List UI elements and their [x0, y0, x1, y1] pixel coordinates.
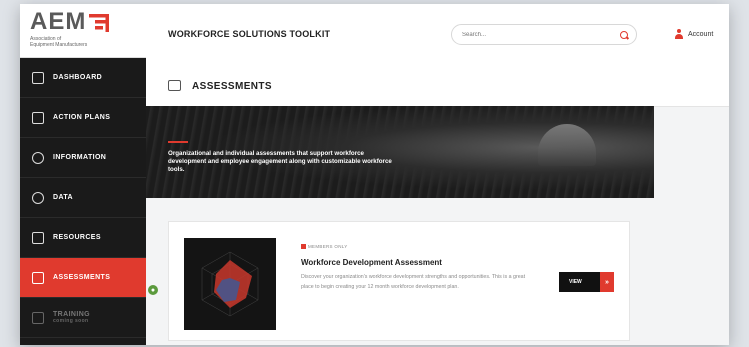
search-icon[interactable]	[620, 31, 628, 39]
sidebar-item-action-plans[interactable]: ACTION PLANS	[20, 98, 146, 138]
sidebar-item-data[interactable]: DATA	[20, 178, 146, 218]
logo[interactable]: AEM Association of Equipment Manufacture…	[20, 4, 146, 58]
hero-description: Organizational and individual assessment…	[168, 150, 392, 173]
radar-chart-thumbnail[interactable]	[184, 238, 276, 330]
section-header: ASSESSMENTS	[146, 66, 729, 107]
page-title: ASSESSMENTS	[192, 81, 272, 92]
logo-subtitle-line2: Equipment Manufacturers	[30, 42, 88, 48]
app-window: AEM Association of Equipment Manufacture…	[20, 4, 729, 345]
sidebar-item-label: ASSESSMENTS	[53, 274, 111, 281]
data-icon	[32, 191, 44, 204]
search-input[interactable]	[451, 24, 637, 45]
sidebar-item-label: TRAINING coming soon	[53, 311, 90, 324]
card-description: Discover your organization's workforce d…	[301, 274, 526, 290]
account-menu[interactable]: Account	[674, 29, 713, 39]
sidebar-item-resources[interactable]: RESOURCES	[20, 218, 146, 258]
members-only-badge: MEMBERS ONLY	[301, 244, 348, 249]
sidebar-item-label: INFORMATION	[53, 154, 107, 161]
sidebar: AEM Association of Equipment Manufacture…	[20, 4, 146, 345]
sidebar-item-label: DASHBOARD	[53, 74, 103, 81]
sidebar-nav: DASHBOARD ACTION PLANS INFORMATION DATA …	[20, 58, 146, 338]
active-indicator-dot: ●	[148, 285, 158, 295]
sidebar-item-training[interactable]: TRAINING coming soon	[20, 298, 146, 338]
badge-label: MEMBERS ONLY	[308, 244, 348, 249]
hero-banner: Organizational and individual assessment…	[146, 106, 654, 198]
logo-wordmark: AEM	[30, 8, 87, 35]
card-title[interactable]: Workforce Development Assessment	[301, 258, 442, 267]
top-bar: WORKFORCE SOLUTIONS TOOLKIT Account	[146, 4, 729, 67]
graduation-cap-icon	[32, 311, 44, 324]
sidebar-item-label: RESOURCES	[53, 234, 101, 241]
assessment-icon	[32, 271, 44, 284]
assessment-card: MEMBERS ONLY Workforce Development Asses…	[168, 221, 630, 341]
lock-icon	[301, 244, 306, 249]
assessment-icon	[168, 80, 181, 91]
hero-accent-rule	[168, 141, 188, 143]
clipboard-icon	[32, 111, 44, 124]
hero-image-worker	[538, 124, 596, 166]
sidebar-item-label: DATA	[53, 194, 74, 201]
info-icon	[32, 151, 44, 164]
double-chevron-right-icon: »	[600, 272, 614, 292]
aem-logo-mark-icon	[89, 12, 110, 32]
app-title: WORKFORCE SOLUTIONS TOOLKIT	[168, 29, 331, 39]
view-button-label: VIEW	[569, 279, 582, 285]
sidebar-item-dashboard[interactable]: DASHBOARD	[20, 58, 146, 98]
sidebar-item-label: ACTION PLANS	[53, 114, 111, 121]
folder-icon	[32, 231, 44, 244]
sidebar-item-information[interactable]: INFORMATION	[20, 138, 146, 178]
dashboard-icon	[32, 71, 44, 84]
sidebar-item-training-label: TRAINING	[53, 311, 91, 318]
sidebar-item-assessments[interactable]: ASSESSMENTS	[20, 258, 146, 298]
logo-subtitle: Association of Equipment Manufacturers	[30, 36, 146, 48]
coming-soon-label: coming soon	[53, 318, 89, 324]
view-button[interactable]: VIEW »	[559, 272, 614, 292]
account-label: Account	[688, 30, 714, 38]
user-icon	[674, 29, 684, 39]
